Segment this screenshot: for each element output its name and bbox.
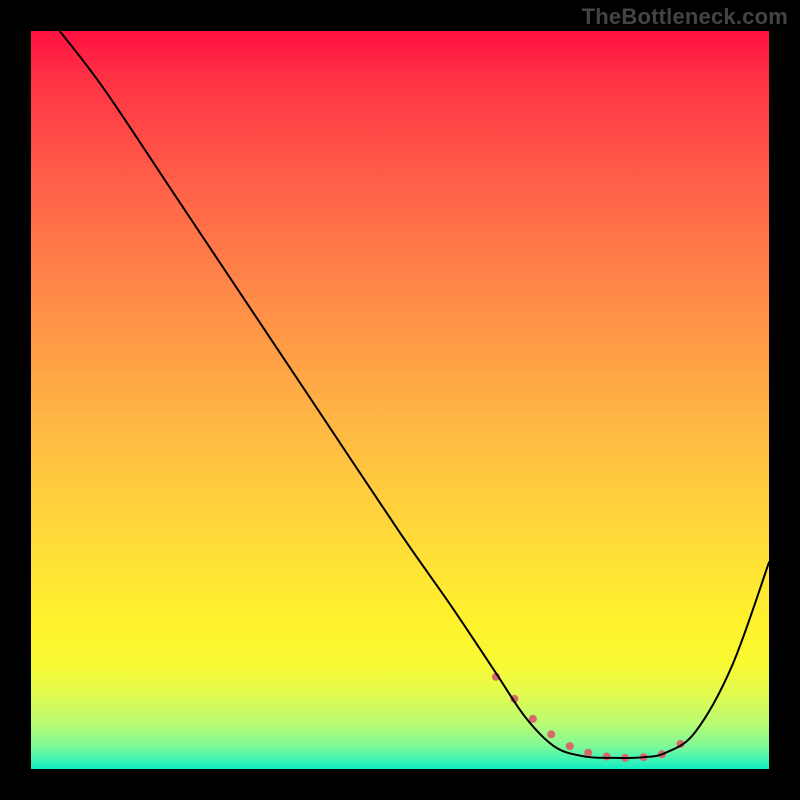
bottleneck-curve (60, 31, 769, 758)
plot-area (31, 31, 769, 769)
optimal-zone-dots (492, 673, 685, 762)
optimal-dot (566, 742, 574, 750)
optimal-dot (603, 752, 611, 760)
chart-svg (31, 31, 769, 769)
watermark-text: TheBottleneck.com (582, 4, 788, 30)
optimal-dot (547, 730, 555, 738)
outer-black-frame: TheBottleneck.com (0, 0, 800, 800)
optimal-dot (584, 749, 592, 757)
